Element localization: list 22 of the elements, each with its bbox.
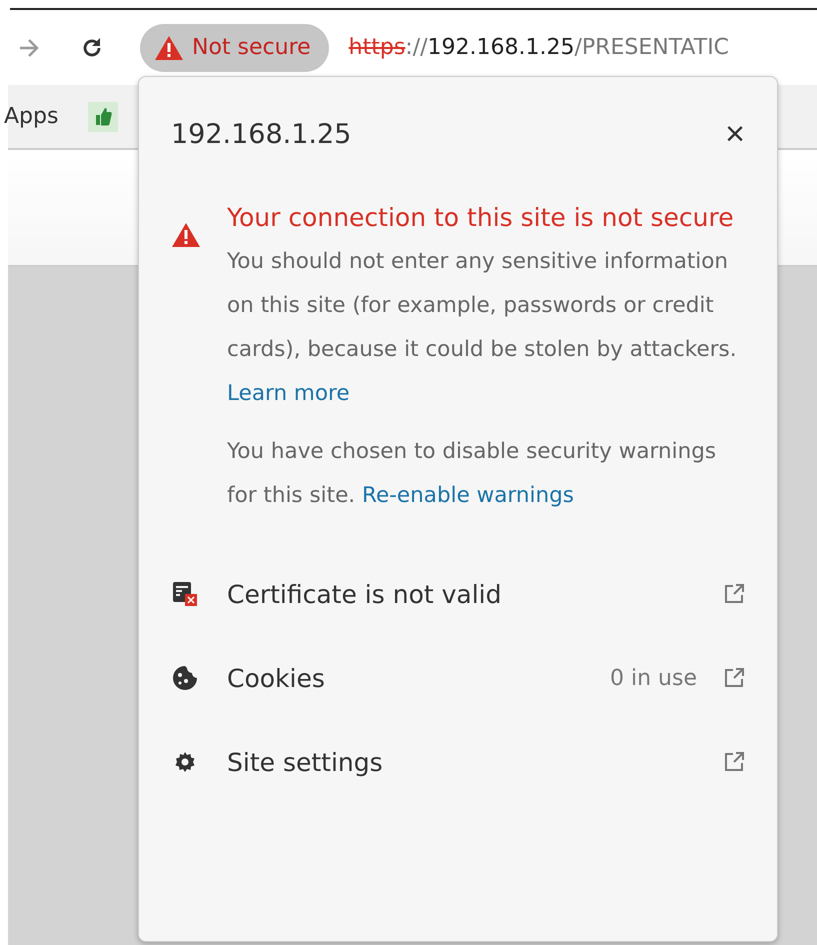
external-link-icon[interactable] [723,583,745,605]
usage-count: 0 in use [610,666,697,690]
external-link-icon[interactable] [723,751,745,773]
address-field[interactable]: https://192.168.1.25/PRESENTATIC [348,35,730,60]
close-button[interactable]: × [725,115,745,154]
thumbs-up-icon[interactable] [88,102,118,132]
warning-text: You should not enter any sensitive information on this site (for example, passwords or credit cards), because it could be stolen by attackers. [227,248,738,364]
learn-more-link[interactable]: Learn more [227,372,350,416]
certificate-icon [171,581,199,607]
cookie-icon [171,665,199,691]
re-enable-warnings-link[interactable]: Re-enable warnings [362,474,574,518]
row-label[interactable]: Site settings [227,748,723,776]
popup-title: 192.168.1.25 [171,119,352,150]
warning-icon [154,34,184,60]
warning-icon [171,222,201,248]
bookmark-link[interactable]: Apps [4,104,58,129]
external-link-icon[interactable] [723,667,745,689]
row-label[interactable]: Cookies [227,664,610,692]
row-label[interactable]: Certificate is not valid [227,580,723,608]
forward-icon[interactable] [18,38,40,58]
warning-heading: Your connection to this site is not secure [227,202,735,234]
notice-text: You have chosen to disable security warnings for this site. Re-enable warnings [227,430,745,518]
